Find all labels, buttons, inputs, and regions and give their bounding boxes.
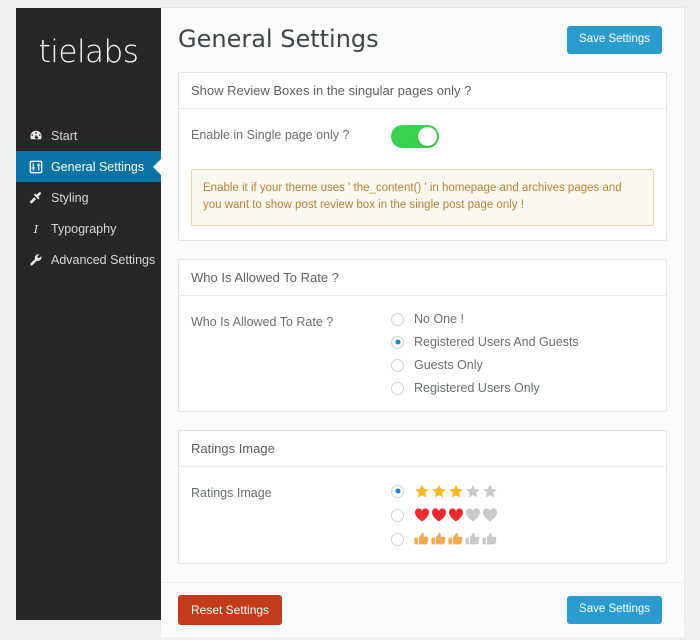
radio-input[interactable] [391,359,404,372]
panel-title: Who Is Allowed To Rate ? [179,260,666,296]
field-row-ratings-image: Ratings Image [191,483,654,547]
panel-body: Enable in Single page only ? [179,109,666,169]
field-row-who-rate: Who Is Allowed To Rate ? No One ! Regist… [191,312,654,395]
sidebar-item-label: Styling [51,191,89,205]
svg-text:I: I [33,222,39,236]
heart-icon [465,507,481,523]
radio-input[interactable] [391,485,404,498]
enable-single-page-toggle[interactable] [391,125,439,148]
sidebar-item-label: Advanced Settings [51,253,155,267]
radio-label: Registered Users Only [414,381,540,395]
field-label: Who Is Allowed To Rate ? [191,312,391,329]
toggle-knob [418,127,437,146]
radio-option-registered-only[interactable]: Registered Users Only [391,381,654,395]
thumbs-up-icon-set [414,531,498,547]
radio-option-registered-and-guests[interactable]: Registered Users And Guests [391,335,654,349]
radio-label: Guests Only [414,358,483,372]
sidebar-item-advanced-settings[interactable]: Advanced Settings [16,244,161,275]
sidebar-item-typography[interactable]: I Typography [16,213,161,244]
heart-icon-set [414,507,498,523]
radio-option-guests-only[interactable]: Guests Only [391,358,654,372]
panel-singular-pages: Show Review Boxes in the singular pages … [178,72,667,242]
panels-container: Show Review Boxes in the singular pages … [161,54,684,583]
radio-input[interactable] [391,382,404,395]
panel-body: Who Is Allowed To Rate ? No One ! Regist… [179,296,666,411]
radio-input[interactable] [391,313,404,326]
sidebar-item-label: Typography [51,222,116,236]
content-header: General Settings Save Settings [161,8,684,54]
brand-logo: tielabs [16,8,161,88]
radio-group-ratings-image [391,483,654,547]
field-control [391,125,654,153]
sidebar: tielabs Start General Settings Styling [16,8,161,620]
radio-input[interactable] [391,533,404,546]
ratings-option-hearts[interactable] [391,507,654,523]
star-icon-set [414,483,498,499]
content-area: General Settings Save Settings Show Revi… [161,8,684,620]
star-icon [482,483,498,499]
panel-who-is-allowed-to-rate: Who Is Allowed To Rate ? Who Is Allowed … [178,259,667,412]
radio-input[interactable] [391,509,404,522]
sidebar-item-label: General Settings [51,160,144,174]
save-settings-button-top[interactable]: Save Settings [567,26,662,54]
ratings-option-stars[interactable] [391,483,654,499]
thumbs-up-icon [465,531,481,547]
brush-icon [29,191,51,205]
admin-app: tielabs Start General Settings Styling [16,8,684,620]
panel-title: Show Review Boxes in the singular pages … [179,73,666,109]
ratings-option-thumbs[interactable] [391,531,654,547]
heart-icon [482,507,498,523]
star-icon [465,483,481,499]
panel-ratings-image: Ratings Image Ratings Image [178,430,667,564]
radio-group-who-rate: No One ! Registered Users And Guests Gue… [391,312,654,395]
field-row-enable-single: Enable in Single page only ? [191,125,654,153]
heart-icon [431,507,447,523]
wrench-icon [29,253,51,267]
radio-option-no-one[interactable]: No One ! [391,312,654,326]
sliders-icon [29,160,51,174]
radio-label: Registered Users And Guests [414,335,579,349]
sidebar-item-general-settings[interactable]: General Settings [16,151,161,182]
reset-settings-button[interactable]: Reset Settings [178,595,282,625]
dashboard-icon [29,129,51,143]
star-icon [414,483,430,499]
star-icon [448,483,464,499]
field-label: Ratings Image [191,483,391,500]
radio-label: No One ! [414,312,464,326]
thumbs-up-icon [482,531,498,547]
italic-i-icon: I [29,222,51,236]
heart-icon [414,507,430,523]
brand-logo-text: tielabs [39,37,139,68]
page-title: General Settings [178,26,379,52]
notice-message: Enable it if your theme uses ' the_conte… [191,169,654,227]
thumbs-up-icon [448,531,464,547]
sidebar-item-styling[interactable]: Styling [16,182,161,213]
panel-body: Ratings Image [179,467,666,563]
thumbs-up-icon [414,531,430,547]
panel-title: Ratings Image [179,431,666,467]
sidebar-menu: Start General Settings Styling I Typogra… [16,120,161,275]
content-footer: Reset Settings Save Settings [161,582,684,637]
sidebar-item-label: Start [51,129,77,143]
save-settings-button-bottom[interactable]: Save Settings [567,596,662,624]
sidebar-item-start[interactable]: Start [16,120,161,151]
field-label: Enable in Single page only ? [191,125,391,142]
heart-icon [448,507,464,523]
radio-input[interactable] [391,336,404,349]
star-icon [431,483,447,499]
thumbs-up-icon [431,531,447,547]
